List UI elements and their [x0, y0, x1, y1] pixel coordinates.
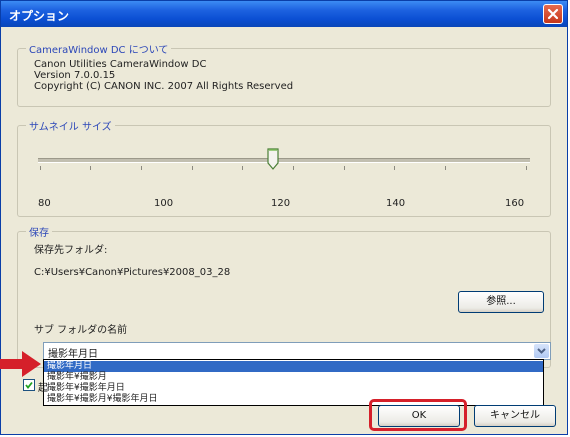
- subfolder-name-select[interactable]: 撮影年月日: [43, 342, 551, 360]
- check-icon: [25, 381, 33, 389]
- thumbnail-size-group: サムネイル サイズ 80 100 120 140 160: [17, 118, 551, 217]
- slider-tick: [293, 166, 294, 170]
- product-name: Canon Utilities CameraWindow DC: [34, 59, 207, 70]
- dropdown-arrow-button[interactable]: [534, 344, 549, 358]
- slider-tick: [141, 166, 142, 170]
- slider-tick: [394, 166, 395, 170]
- version-text: Version 7.0.0.15: [34, 70, 116, 81]
- tick-label-160: 160: [505, 198, 525, 209]
- tick-label-80: 80: [38, 198, 51, 209]
- tick-label-100: 100: [154, 198, 174, 209]
- ok-highlight-annotation: [369, 399, 467, 431]
- subfolder-options-list: 撮影年月日 撮影年¥撮影月 撮影年¥撮影年月日 撮影年¥撮影月¥撮影年月日: [43, 359, 544, 406]
- close-button[interactable]: [543, 4, 563, 24]
- subfolder-selected-value: 撮影年月日: [48, 349, 98, 360]
- subfolder-option[interactable]: 撮影年月日: [44, 361, 543, 372]
- checkbox-label: 起: [38, 383, 48, 394]
- chevron-down-icon: [537, 348, 546, 354]
- close-icon: [547, 8, 559, 20]
- slider-tick: [242, 166, 243, 170]
- slider-tick: [445, 166, 446, 170]
- tick-label-140: 140: [386, 198, 406, 209]
- copyright-text: Copyright (C) CANON INC. 2007 All Rights…: [34, 81, 294, 92]
- slider-tick: [90, 166, 91, 170]
- browse-button[interactable]: 参照...: [458, 291, 544, 313]
- about-group-title: CameraWindow DC について: [26, 41, 172, 56]
- subfolder-option[interactable]: 撮影年¥撮影月: [44, 372, 543, 383]
- title-bar[interactable]: オプション: [1, 1, 567, 27]
- about-group: CameraWindow DC について Canon Utilities Cam…: [17, 41, 551, 107]
- slider-tick: [526, 166, 527, 170]
- subfolder-label: サブ フォルダの名前: [34, 325, 128, 336]
- red-arrow-annotation: [0, 351, 41, 377]
- subfolder-option[interactable]: 撮影年¥撮影月¥撮影年月日: [44, 394, 543, 405]
- save-group-title: 保存: [26, 224, 52, 239]
- dest-folder-path: C:¥Users¥Canon¥Pictures¥2008_03_28: [34, 267, 231, 278]
- thumbnail-group-title: サムネイル サイズ: [26, 118, 115, 133]
- cancel-button[interactable]: キャンセル: [474, 405, 556, 427]
- thumbnail-slider-thumb[interactable]: [267, 148, 279, 170]
- window-title: オプション: [9, 9, 70, 23]
- options-dialog: オプション CameraWindow DC について Canon Utiliti…: [0, 0, 568, 435]
- subfolder-option[interactable]: 撮影年¥撮影年月日: [44, 383, 543, 394]
- tick-label-120: 120: [271, 198, 291, 209]
- slider-tick: [344, 166, 345, 170]
- option-checkbox[interactable]: [23, 379, 35, 391]
- slider-tick: [192, 166, 193, 170]
- dest-folder-label: 保存先フォルダ:: [34, 245, 108, 256]
- slider-tick: [40, 166, 41, 170]
- thumbnail-slider-track[interactable]: [38, 158, 530, 163]
